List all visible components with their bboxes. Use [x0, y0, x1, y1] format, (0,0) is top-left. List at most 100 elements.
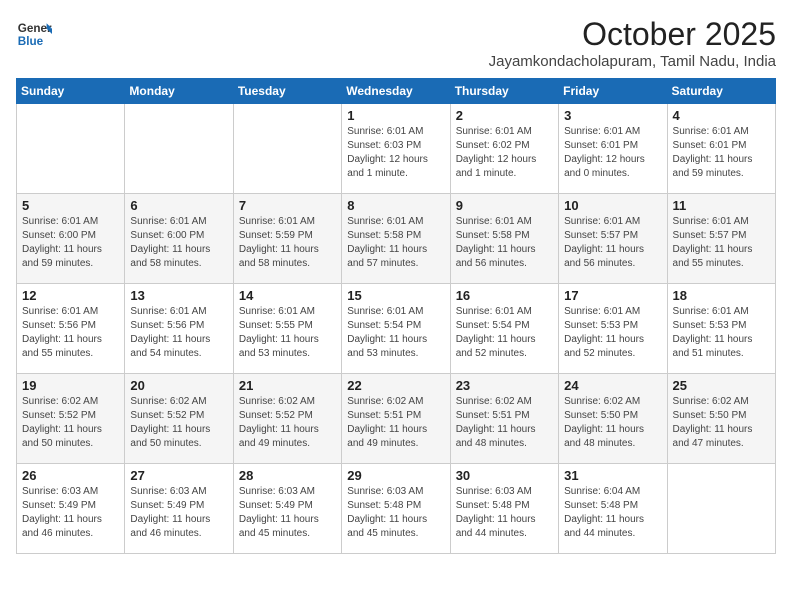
calendar-cell: 17 Sunrise: 6:01 AM Sunset: 5:53 PM Dayli… [559, 284, 667, 374]
day-info: Sunrise: 6:01 AM Sunset: 6:00 PM Dayligh… [22, 215, 119, 271]
day-info: Sunrise: 6:02 AM Sunset: 5:52 PM Dayligh… [130, 395, 227, 451]
day-info: Sunrise: 6:02 AM Sunset: 5:52 PM Dayligh… [239, 395, 336, 451]
calendar-cell: 4 Sunrise: 6:01 AM Sunset: 6:01 PM Daylig… [667, 104, 775, 194]
calendar-table: SundayMondayTuesdayWednesdayThursdayFrid… [16, 78, 776, 554]
calendar-cell [667, 464, 775, 554]
day-number: 1 [347, 108, 444, 123]
day-info: Sunrise: 6:02 AM Sunset: 5:50 PM Dayligh… [673, 395, 770, 451]
calendar-cell: 6 Sunrise: 6:01 AM Sunset: 6:00 PM Daylig… [125, 194, 233, 284]
calendar-cell: 18 Sunrise: 6:01 AM Sunset: 5:53 PM Dayli… [667, 284, 775, 374]
title-block: October 2025 Jayamkondacholapuram, Tamil… [489, 16, 776, 70]
calendar-cell: 27Sunrise: 6:03 AM Sunset: 5:49 PM Dayli… [125, 464, 233, 554]
day-info: Sunrise: 6:04 AM Sunset: 5:48 PM Dayligh… [564, 485, 661, 541]
calendar-cell: 24Sunrise: 6:02 AM Sunset: 5:50 PM Dayli… [559, 374, 667, 464]
calendar-cell: 15Sunrise: 6:01 AM Sunset: 5:54 PM Dayli… [342, 284, 450, 374]
day-number: 9 [456, 198, 553, 213]
day-number: 31 [564, 468, 661, 483]
day-number: 21 [239, 378, 336, 393]
day-info: Sunrise: 6:03 AM Sunset: 5:49 PM Dayligh… [22, 485, 119, 541]
calendar-cell: 10 Sunrise: 6:01 AM Sunset: 5:57 PM Dayli… [559, 194, 667, 284]
calendar-cell: 9Sunrise: 6:01 AM Sunset: 5:58 PM Daylig… [450, 194, 558, 284]
day-info: Sunrise: 6:01 AM Sunset: 5:55 PM Dayligh… [239, 305, 336, 361]
day-number: 16 [456, 288, 553, 303]
calendar-cell: 21 Sunrise: 6:02 AM Sunset: 5:52 PM Dayli… [233, 374, 341, 464]
calendar-cell: 11Sunrise: 6:01 AM Sunset: 5:57 PM Dayli… [667, 194, 775, 284]
day-info: Sunrise: 6:01 AM Sunset: 5:53 PM Dayligh… [564, 305, 661, 361]
day-info: Sunrise: 6:03 AM Sunset: 5:49 PM Dayligh… [130, 485, 227, 541]
logo-icon: General Blue [16, 16, 52, 52]
day-number: 19 [22, 378, 119, 393]
calendar-cell: 8 Sunrise: 6:01 AM Sunset: 5:58 PM Daylig… [342, 194, 450, 284]
day-info: Sunrise: 6:01 AM Sunset: 5:53 PM Dayligh… [673, 305, 770, 361]
weekday-header-tuesday: Tuesday [233, 79, 341, 104]
calendar-cell: 25 Sunrise: 6:02 AM Sunset: 5:50 PM Dayli… [667, 374, 775, 464]
day-info: Sunrise: 6:01 AM Sunset: 6:01 PM Dayligh… [564, 125, 661, 181]
day-number: 7 [239, 198, 336, 213]
day-info: Sunrise: 6:01 AM Sunset: 5:56 PM Dayligh… [130, 305, 227, 361]
day-number: 11 [673, 198, 770, 213]
day-info: Sunrise: 6:01 AM Sunset: 5:54 PM Dayligh… [456, 305, 553, 361]
day-info: Sunrise: 6:01 AM Sunset: 5:56 PM Dayligh… [22, 305, 119, 361]
calendar-cell: 30 Sunrise: 6:03 AM Sunset: 5:48 PM Dayli… [450, 464, 558, 554]
weekday-header-thursday: Thursday [450, 79, 558, 104]
week-row-2: 5 Sunrise: 6:01 AM Sunset: 6:00 PM Daylig… [17, 194, 776, 284]
day-info: Sunrise: 6:02 AM Sunset: 5:51 PM Dayligh… [347, 395, 444, 451]
weekday-header-friday: Friday [559, 79, 667, 104]
day-number: 18 [673, 288, 770, 303]
calendar-cell: 23 Sunrise: 6:02 AM Sunset: 5:51 PM Dayli… [450, 374, 558, 464]
day-info: Sunrise: 6:01 AM Sunset: 5:58 PM Dayligh… [347, 215, 444, 271]
calendar-cell: 29 Sunrise: 6:03 AM Sunset: 5:48 PM Dayli… [342, 464, 450, 554]
calendar-cell: 1Sunrise: 6:01 AM Sunset: 6:03 PM Daylig… [342, 104, 450, 194]
weekday-header-monday: Monday [125, 79, 233, 104]
day-info: Sunrise: 6:03 AM Sunset: 5:48 PM Dayligh… [456, 485, 553, 541]
week-row-5: 26 Sunrise: 6:03 AM Sunset: 5:49 PM Dayli… [17, 464, 776, 554]
day-number: 8 [347, 198, 444, 213]
calendar-cell: 20 Sunrise: 6:02 AM Sunset: 5:52 PM Dayli… [125, 374, 233, 464]
weekday-header-saturday: Saturday [667, 79, 775, 104]
day-number: 30 [456, 468, 553, 483]
calendar-cell: 2Sunrise: 6:01 AM Sunset: 6:02 PM Daylig… [450, 104, 558, 194]
week-row-1: 1Sunrise: 6:01 AM Sunset: 6:03 PM Daylig… [17, 104, 776, 194]
day-number: 10 [564, 198, 661, 213]
calendar-cell: 13 Sunrise: 6:01 AM Sunset: 5:56 PM Dayli… [125, 284, 233, 374]
svg-text:Blue: Blue [18, 35, 44, 48]
calendar-cell: 22Sunrise: 6:02 AM Sunset: 5:51 PM Dayli… [342, 374, 450, 464]
calendar-cell: 14Sunrise: 6:01 AM Sunset: 5:55 PM Dayli… [233, 284, 341, 374]
day-number: 23 [456, 378, 553, 393]
day-info: Sunrise: 6:01 AM Sunset: 6:00 PM Dayligh… [130, 215, 227, 271]
calendar-cell: 16 Sunrise: 6:01 AM Sunset: 5:54 PM Dayli… [450, 284, 558, 374]
day-info: Sunrise: 6:01 AM Sunset: 6:01 PM Dayligh… [673, 125, 770, 181]
day-number: 29 [347, 468, 444, 483]
day-number: 20 [130, 378, 227, 393]
calendar-cell: 3 Sunrise: 6:01 AM Sunset: 6:01 PM Daylig… [559, 104, 667, 194]
day-number: 3 [564, 108, 661, 123]
day-number: 4 [673, 108, 770, 123]
page-header: General Blue October 2025 Jayamkondachol… [16, 16, 776, 70]
day-info: Sunrise: 6:03 AM Sunset: 5:49 PM Dayligh… [239, 485, 336, 541]
day-number: 6 [130, 198, 227, 213]
day-info: Sunrise: 6:02 AM Sunset: 5:52 PM Dayligh… [22, 395, 119, 451]
day-number: 15 [347, 288, 444, 303]
day-number: 5 [22, 198, 119, 213]
day-number: 2 [456, 108, 553, 123]
location-title: Jayamkondacholapuram, Tamil Nadu, India [489, 53, 776, 70]
day-number: 25 [673, 378, 770, 393]
calendar-cell [17, 104, 125, 194]
calendar-cell: 19 Sunrise: 6:02 AM Sunset: 5:52 PM Dayli… [17, 374, 125, 464]
weekday-header-wednesday: Wednesday [342, 79, 450, 104]
weekday-header-row: SundayMondayTuesdayWednesdayThursdayFrid… [17, 79, 776, 104]
day-info: Sunrise: 6:01 AM Sunset: 5:59 PM Dayligh… [239, 215, 336, 271]
day-number: 17 [564, 288, 661, 303]
day-info: Sunrise: 6:01 AM Sunset: 5:57 PM Dayligh… [564, 215, 661, 271]
calendar-cell [125, 104, 233, 194]
day-number: 26 [22, 468, 119, 483]
logo: General Blue [16, 16, 52, 52]
calendar-cell: 26 Sunrise: 6:03 AM Sunset: 5:49 PM Dayli… [17, 464, 125, 554]
day-number: 24 [564, 378, 661, 393]
day-number: 12 [22, 288, 119, 303]
weekday-header-sunday: Sunday [17, 79, 125, 104]
calendar-cell: 7 Sunrise: 6:01 AM Sunset: 5:59 PM Daylig… [233, 194, 341, 284]
day-number: 13 [130, 288, 227, 303]
day-info: Sunrise: 6:02 AM Sunset: 5:51 PM Dayligh… [456, 395, 553, 451]
day-info: Sunrise: 6:03 AM Sunset: 5:48 PM Dayligh… [347, 485, 444, 541]
